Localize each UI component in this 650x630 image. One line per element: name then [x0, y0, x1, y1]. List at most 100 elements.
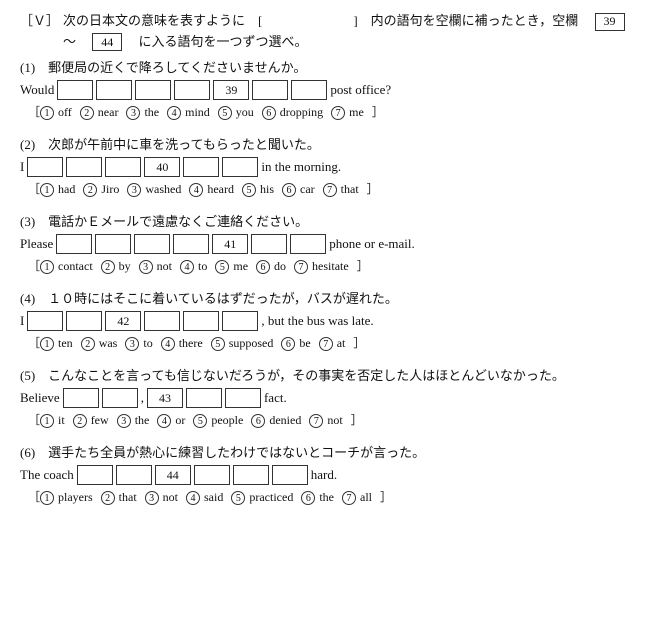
choice-number: 1 — [40, 337, 54, 351]
blank-box[interactable] — [222, 311, 258, 331]
blank-box[interactable] — [27, 311, 63, 331]
blank-box[interactable] — [95, 234, 131, 254]
choice-word: denied — [266, 413, 301, 427]
choice-word: players — [55, 490, 93, 504]
choice-number: 1 — [40, 491, 54, 505]
blank-box[interactable] — [194, 465, 230, 485]
choice-item: 1 it — [40, 413, 65, 428]
choice-word: was — [96, 336, 118, 350]
choice-word: to — [195, 259, 207, 273]
blank-box[interactable] — [96, 80, 132, 100]
choice-number: 6 — [301, 491, 315, 505]
prefix-3: Please — [20, 236, 53, 252]
choice-item: 2 was — [81, 336, 118, 351]
choice-item: 3 the — [126, 105, 159, 120]
blank-box[interactable] — [56, 234, 92, 254]
choice-word: or — [172, 413, 185, 427]
blank-box[interactable] — [183, 157, 219, 177]
choice-item: 2 near — [80, 105, 119, 120]
numbered-box-1: 39 — [213, 80, 249, 100]
blank-box[interactable] — [252, 80, 288, 100]
choice-item: 3 not — [145, 490, 178, 505]
header-instruction: 次の日本文の意味を表すように [ ] 内の語句を空欄に補ったとき，空欄 39 ～… — [63, 10, 630, 51]
choice-word: the — [141, 105, 159, 119]
choice-item: 2 that — [101, 490, 137, 505]
blank-box[interactable] — [102, 388, 138, 408]
choice-number: 3 — [117, 414, 131, 428]
blank-box[interactable] — [27, 157, 63, 177]
blank-box[interactable] — [251, 234, 287, 254]
choice-number: 2 — [101, 260, 115, 274]
choice-item: 2 by — [101, 259, 131, 274]
blank-box[interactable] — [77, 465, 113, 485]
suffix-4: , but the bus was late. — [261, 313, 373, 329]
choice-item: 7 me — [331, 105, 364, 120]
question-3: (3) 電話かＥメールで遠慮なくご連絡ください。Please41phone or… — [20, 211, 630, 274]
answer-row-6: The coach44hard. — [20, 465, 630, 485]
blank-box[interactable] — [135, 80, 171, 100]
choice-word: supposed — [226, 336, 274, 350]
blank-box[interactable] — [144, 311, 180, 331]
choice-word: few — [88, 413, 109, 427]
choice-number: 4 — [186, 491, 200, 505]
choice-word: that — [338, 182, 359, 196]
choice-word: not — [160, 490, 178, 504]
question-5: (5) こんなことを言っても信じないだろうが，その事実を否定した人はほとんどいな… — [20, 365, 630, 428]
choices-row-1: ［1 off2 near3 the4 mind5 you6 dropping7 … — [20, 103, 630, 120]
blank-box[interactable] — [222, 157, 258, 177]
choice-item: 1 ten — [40, 336, 73, 351]
blank-box[interactable] — [183, 311, 219, 331]
blank-box[interactable] — [57, 80, 93, 100]
japanese-text-1: (1) 郵便局の近くで降ろしてくださいませんか。 — [20, 57, 630, 76]
blank-box[interactable] — [105, 157, 141, 177]
blank-box[interactable] — [134, 234, 170, 254]
choice-word: not — [324, 413, 342, 427]
choice-word: you — [233, 105, 254, 119]
choice-number: 6 — [251, 414, 265, 428]
blank-box[interactable] — [186, 388, 222, 408]
comma: , — [141, 390, 144, 406]
choice-item: 1 players — [40, 490, 93, 505]
blank-box[interactable] — [173, 234, 209, 254]
choice-number: 3 — [139, 260, 153, 274]
choice-word: that — [116, 490, 137, 504]
header: ［Ｖ］ 次の日本文の意味を表すように [ ] 内の語句を空欄に補ったとき，空欄 … — [20, 10, 630, 51]
choice-number: 7 — [331, 106, 345, 120]
choice-item: 1 contact — [40, 259, 93, 274]
choice-word: me — [230, 259, 248, 273]
choice-number: 4 — [161, 337, 175, 351]
blank-box[interactable] — [291, 80, 327, 100]
choice-word: the — [132, 413, 150, 427]
blank-box[interactable] — [66, 311, 102, 331]
choice-word: all — [357, 490, 372, 504]
question-2: (2) 次郎が午前中に車を洗ってもらったと聞いた。I40in the morni… — [20, 134, 630, 197]
blank-box[interactable] — [174, 80, 210, 100]
choice-item: 6 do — [256, 259, 286, 274]
blank-box[interactable] — [66, 157, 102, 177]
choice-word: said — [201, 490, 223, 504]
choices-row-4: ［1 ten2 was3 to4 there5 supposed6 be7 at… — [20, 334, 630, 351]
choice-word: it — [55, 413, 65, 427]
choice-number: 2 — [81, 337, 95, 351]
range-start: 39 — [595, 13, 625, 31]
blank-box[interactable] — [233, 465, 269, 485]
choice-number: 2 — [101, 491, 115, 505]
choice-word: off — [55, 105, 72, 119]
choice-item: 7 all — [342, 490, 372, 505]
choice-item: 3 to — [125, 336, 152, 351]
blank-box[interactable] — [272, 465, 308, 485]
choice-number: 3 — [127, 183, 141, 197]
choice-item: 5 me — [215, 259, 248, 274]
blank-box[interactable] — [116, 465, 152, 485]
blank-box[interactable] — [290, 234, 326, 254]
blank-box[interactable] — [225, 388, 261, 408]
answer-row-2: I40in the morning. — [20, 157, 630, 177]
choice-item: 2 Jiro — [83, 182, 119, 197]
blank-box[interactable] — [63, 388, 99, 408]
choice-word: dropping — [277, 105, 323, 119]
choice-item: 2 few — [73, 413, 109, 428]
choice-item: 3 the — [117, 413, 150, 428]
suffix-3: phone or e-mail. — [329, 236, 415, 252]
choice-word: car — [297, 182, 315, 196]
choice-number: 1 — [40, 106, 54, 120]
